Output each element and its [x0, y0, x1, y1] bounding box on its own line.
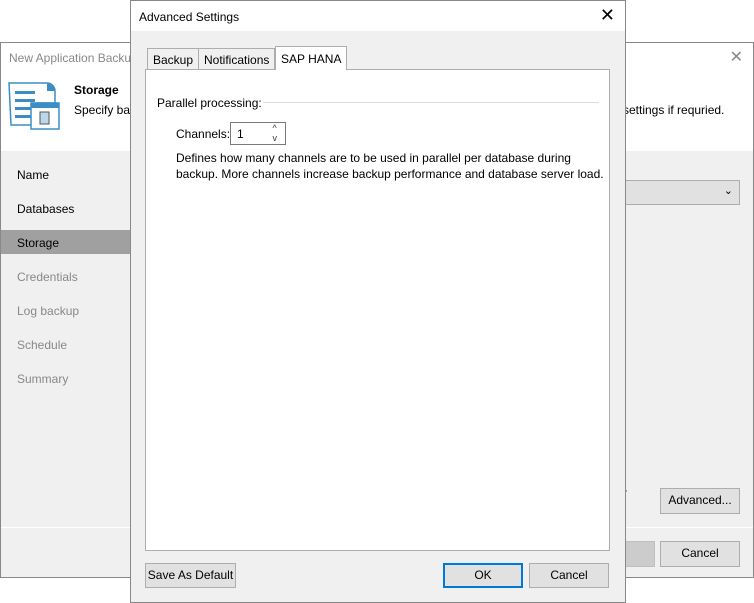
tab-backup[interactable]: Backup	[147, 48, 200, 70]
advanced-button[interactable]: Advanced...	[660, 488, 740, 514]
nav-item-databases[interactable]: Databases	[17, 202, 74, 216]
nav-item-storage[interactable]: Storage	[17, 236, 59, 250]
cancel-button[interactable]: Cancel	[529, 563, 609, 588]
tab-notifications[interactable]: Notifications	[198, 48, 276, 70]
close-icon[interactable]: ✕	[730, 47, 743, 67]
tab-panel: Parallel processing: Channels: 1 ^ v Defi…	[145, 69, 610, 551]
storage-document-icon	[8, 82, 60, 130]
channels-description: Defines how many channels are to be used…	[176, 151, 604, 181]
channels-label: Channels:	[176, 127, 231, 141]
nav-item-schedule: Schedule	[17, 338, 68, 352]
chevron-up-icon[interactable]: ^	[273, 123, 278, 133]
chevron-down-icon: ⌄	[723, 185, 733, 197]
dialog-title: Advanced Settings	[131, 1, 625, 31]
nav-item-log-backup: Log backup	[17, 304, 80, 318]
bg-cancel-button[interactable]: Cancel	[660, 541, 740, 567]
section-label: Parallel processing:	[157, 96, 262, 110]
close-icon[interactable]: ✕	[600, 5, 615, 26]
nav-item-summary: Summary	[17, 372, 69, 386]
header-desc-right: settings if requried.	[623, 103, 725, 117]
nav-item-name[interactable]: Name	[17, 168, 49, 182]
tab-sap-hana[interactable]: SAP HANA	[275, 46, 348, 70]
header-title: Storage	[74, 83, 119, 97]
advanced-settings-dialog: Advanced Settings ✕ Backup Notifications…	[130, 0, 626, 603]
save-as-default-button[interactable]: Save As Default	[145, 563, 236, 588]
channels-stepper[interactable]: 1 ^ v	[230, 122, 286, 145]
repository-dropdown[interactable]: ⌄	[621, 180, 740, 205]
divider	[263, 102, 599, 103]
channels-value[interactable]: 1	[237, 127, 244, 141]
nav-item-credentials: Credentials	[17, 270, 78, 284]
chevron-down-icon[interactable]: v	[273, 133, 278, 143]
ok-button[interactable]: OK	[443, 563, 523, 588]
